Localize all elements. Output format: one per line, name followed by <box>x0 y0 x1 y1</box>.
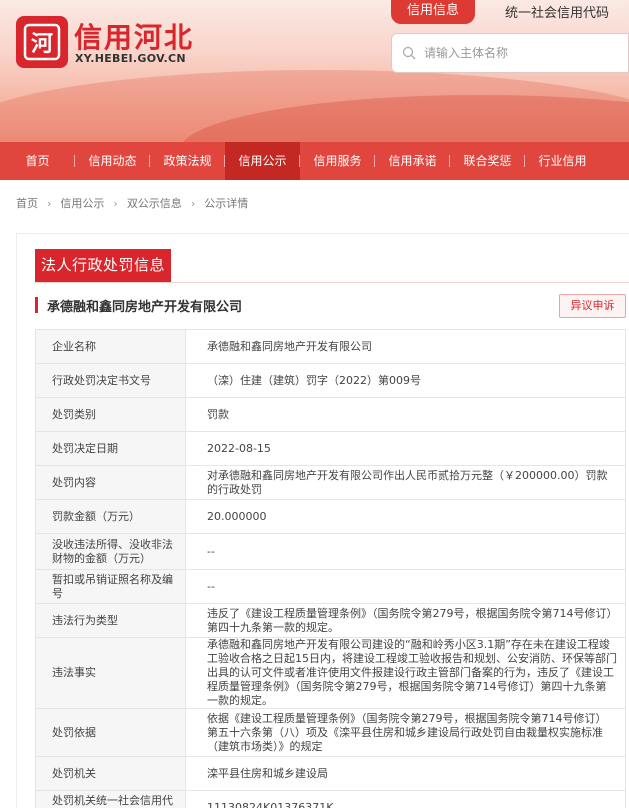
row-label: 没收违法所得、没收非法财物的金额（万元） <box>35 533 186 570</box>
breadcrumb-item[interactable]: 双公示信息 <box>127 195 182 211</box>
nav-item[interactable]: 信用公示 <box>225 142 300 180</box>
section-divider <box>35 282 629 283</box>
row-value: （滦）住建（建筑）罚字（2022）第009号 <box>185 363 626 398</box>
main-nav: 首页 信用动态 政策法规 信用公示 信用服务 信用承诺 联合奖惩 行业信用 <box>0 142 629 180</box>
search-box[interactable] <box>391 33 629 73</box>
row-value: 承德融和鑫同房地产开发有限公司建设的“融和岭秀小区3.1期”存在未在建设工程竣工… <box>185 637 626 709</box>
row-value: 承德融和鑫同房地产开发有限公司 <box>185 329 626 364</box>
nav-item[interactable]: 政策法规 <box>150 142 225 180</box>
row-label: 处罚依据 <box>35 708 186 757</box>
section-title: 法人行政处罚信息 <box>35 249 171 282</box>
table-row: 违法事实 承德融和鑫同房地产开发有限公司建设的“融和岭秀小区3.1期”存在未在建设… <box>35 637 626 709</box>
table-row: 没收违法所得、没收非法财物的金额（万元） -- <box>35 533 626 570</box>
site-logo-icon[interactable]: 河 <box>16 16 68 68</box>
table-row: 处罚机关统一社会信用代码11130824K01376371K <box>35 790 626 808</box>
table-row: 罚款金额（万元） 20.000000 <box>35 499 626 534</box>
row-label: 处罚机关统一社会信用代码 <box>35 790 186 808</box>
site-url: XY.HEBEI.GOV.CN <box>75 52 186 65</box>
table-row: 处罚依据 依据《建设工程质量管理条例》（国务院令第279号，根据国务院令第714号… <box>35 708 626 757</box>
objection-button[interactable]: 异议申诉 <box>559 294 626 318</box>
row-value: 罚款 <box>185 397 626 432</box>
row-label: 违法事实 <box>35 637 186 709</box>
table-row: 处罚决定日期 2022-08-15 <box>35 431 626 466</box>
table-row: 处罚机关 滦平县住房和城乡建设局 <box>35 756 626 791</box>
nav-item[interactable]: 信用动态 <box>75 142 150 180</box>
penalty-info-table: 企业名称 承德融和鑫同房地产开发有限公司 行政处罚决定书文号 （滦）住建（建筑）罚字（… <box>35 329 626 808</box>
tab-credit-info[interactable]: 信用信息 <box>391 0 475 24</box>
row-value: 依据《建设工程质量管理条例》（国务院令第279号，根据国务院令第714号修订）第… <box>185 708 626 757</box>
row-label: 处罚内容 <box>35 465 186 500</box>
company-marker <box>35 297 38 313</box>
chevron-right-icon: › <box>47 196 52 210</box>
breadcrumb-item[interactable]: 首页 <box>16 195 38 211</box>
nav-item[interactable]: 信用承诺 <box>375 142 450 180</box>
row-value: 滦平县住房和城乡建设局 <box>185 756 626 791</box>
nav-item[interactable]: 行业信用 <box>525 142 600 180</box>
row-label: 暂扣或吊销证照名称及编号 <box>35 569 186 604</box>
row-value: 11130824K01376371K <box>185 790 626 808</box>
table-row: 处罚内容 对承德融和鑫同房地产开发有限公司作出人民币贰拾万元整（￥200000.0… <box>35 465 626 500</box>
breadcrumb-item: 公示详情 <box>204 197 249 210</box>
company-name: 承德融和鑫同房地产开发有限公司 <box>47 300 243 315</box>
nav-item[interactable]: 首页 <box>0 142 75 180</box>
table-row: 违法行为类型 违反了《建设工程质量管理条例》（国务院令第279号，根据国务院令第7… <box>35 603 626 638</box>
search-input[interactable] <box>424 46 624 60</box>
nav-item[interactable]: 信用服务 <box>300 142 375 180</box>
search-icon <box>402 46 416 60</box>
svg-text:河: 河 <box>31 32 53 57</box>
table-row: 处罚类别 罚款 <box>35 397 626 432</box>
chevron-right-icon: › <box>113 196 118 210</box>
row-label: 企业名称 <box>35 329 186 364</box>
row-value: 2022-08-15 <box>185 431 626 466</box>
chevron-right-icon: › <box>190 196 196 210</box>
nav-item[interactable]: 联合奖惩 <box>450 142 525 180</box>
row-label: 违法行为类型 <box>35 603 186 638</box>
row-label: 罚款金额（万元） <box>35 499 186 534</box>
row-value: 20.000000 <box>185 499 626 534</box>
row-value: -- <box>185 569 626 604</box>
row-value: 对承德融和鑫同房地产开发有限公司作出人民币贰拾万元整（￥200000.00）罚款… <box>185 465 626 500</box>
table-row: 行政处罚决定书文号 （滦）住建（建筑）罚字（2022）第009号 <box>35 363 626 398</box>
row-label: 处罚类别 <box>35 397 186 432</box>
row-label: 行政处罚决定书文号 <box>35 363 186 398</box>
table-row: 暂扣或吊销证照名称及编号 -- <box>35 569 626 604</box>
table-row: 企业名称 承德融和鑫同房地产开发有限公司 <box>35 329 626 364</box>
tab-credit-code[interactable]: 统一社会信用代码 <box>505 2 609 21</box>
row-label: 处罚决定日期 <box>35 431 186 466</box>
row-label: 处罚机关 <box>35 756 186 791</box>
breadcrumb-item[interactable]: 信用公示 <box>60 195 104 211</box>
row-value: 违反了《建设工程质量管理条例》（国务院令第279号，根据国务院令第714号修订）… <box>185 603 626 638</box>
breadcrumb: 首页 › 信用公示 › 双公示信息 › 公示详情 <box>16 195 248 211</box>
row-value: -- <box>185 533 626 570</box>
site-title[interactable]: 信用河北 <box>74 16 194 56</box>
